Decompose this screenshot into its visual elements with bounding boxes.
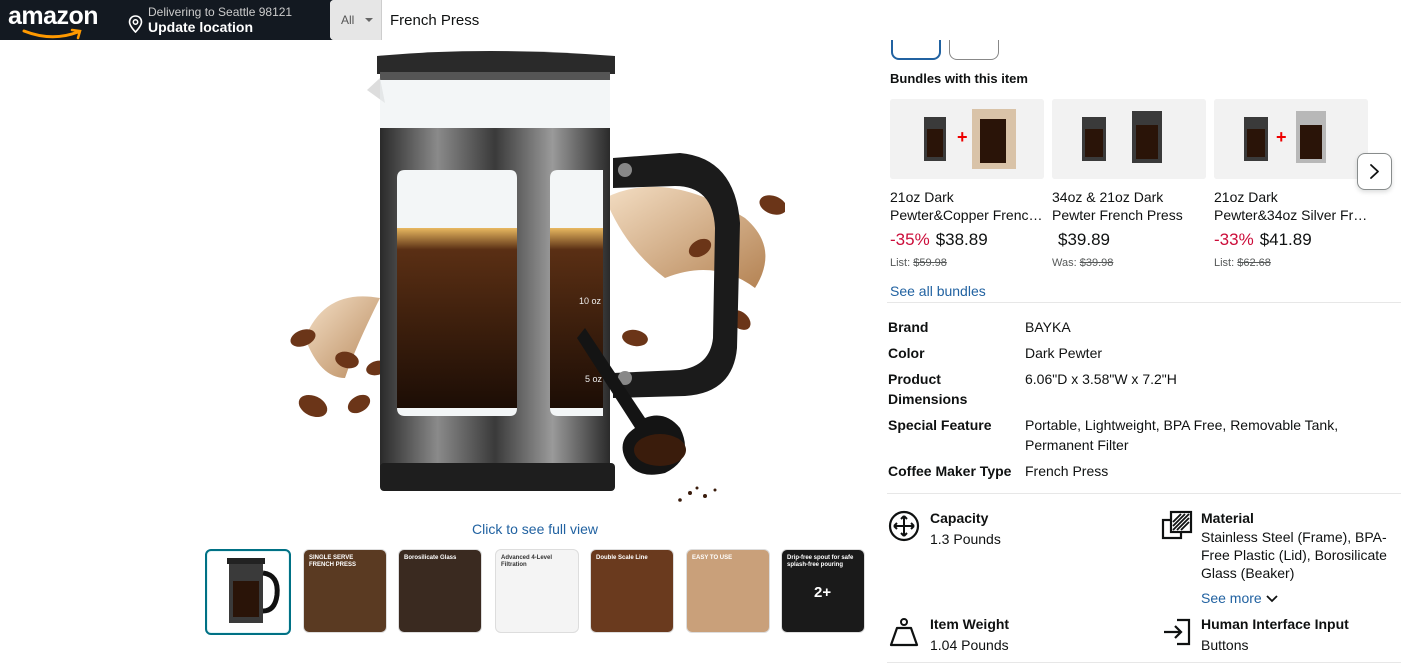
- item-weight-title: Item Weight: [930, 616, 1010, 632]
- interface-input-icon: [1164, 618, 1191, 646]
- see-all-bundles-link[interactable]: See all bundles: [890, 283, 986, 299]
- capacity-value: 1.3 Pounds: [930, 531, 1001, 547]
- logo-smile-icon: [22, 28, 82, 40]
- thumbnail-6[interactable]: EASY TO USE: [686, 549, 770, 633]
- thumbnail-4[interactable]: Advanced 4-Level Filtration: [495, 549, 579, 633]
- swatch-selected[interactable]: [891, 40, 941, 60]
- search-input[interactable]: [390, 0, 1390, 40]
- spec-value-coffee-maker-type: French Press: [1025, 463, 1109, 479]
- divider: [887, 302, 1401, 303]
- item-weight-value: 1.04 Pounds: [930, 637, 1009, 653]
- caret-down-icon: [365, 18, 373, 22]
- divider: [887, 493, 1401, 494]
- measure-label-5oz: 5 oz: [585, 374, 603, 384]
- svg-text:+: +: [1276, 127, 1287, 147]
- discount-badge: -33%: [1214, 230, 1254, 249]
- spec-label-dimensions: Product Dimensions: [888, 371, 968, 407]
- thumbnail-caption: EASY TO USE: [692, 555, 733, 561]
- thumbnail-5[interactable]: Double Scale Line: [590, 549, 674, 633]
- bundle-image: +: [1214, 99, 1368, 179]
- update-location-link: Update location: [148, 19, 254, 35]
- weight-icon: [889, 618, 919, 647]
- bundle-price: -35% $38.89: [890, 230, 988, 249]
- spec-value-brand: BAYKA: [1025, 319, 1071, 335]
- thumbnail-caption: Advanced 4-Level Filtration: [501, 555, 553, 568]
- thumbnail-caption: SINGLE SERVE FRENCH PRESS: [309, 555, 357, 568]
- thumbnail-caption: Double Scale Line: [596, 555, 648, 561]
- svg-text:+: +: [957, 127, 968, 147]
- discount-badge: -35%: [890, 230, 930, 249]
- spec-label-special-feature: Special Feature: [888, 417, 992, 433]
- bundle-image: [1052, 99, 1206, 179]
- chevron-down-icon: [1265, 595, 1278, 603]
- material-value: Stainless Steel (Frame), BPA-Free Plasti…: [1201, 529, 1387, 581]
- spec-label-color: Color: [888, 345, 925, 361]
- see-more-link[interactable]: See more: [1201, 590, 1278, 606]
- more-images-count: 2+: [814, 584, 832, 601]
- full-view-link[interactable]: Click to see full view: [472, 521, 598, 537]
- delivery-location[interactable]: Delivering to Seattle 98121 Update locat…: [128, 4, 318, 36]
- search-category-dropdown[interactable]: All: [330, 0, 382, 40]
- interface-input-value: Buttons: [1201, 637, 1249, 653]
- capacity-icon: [888, 510, 920, 542]
- measure-label-10oz: 10 oz: [579, 296, 602, 306]
- interface-input-title: Human Interface Input: [1201, 616, 1349, 632]
- spec-label-coffee-maker-type: Coffee Maker Type: [888, 463, 1012, 479]
- location-pin-icon: [128, 15, 143, 33]
- bundle-list-price: List: $62.68: [1214, 257, 1271, 269]
- carousel-next-button[interactable]: [1357, 153, 1392, 190]
- spec-label-brand: Brand: [888, 319, 929, 335]
- bundles-title: Bundles with this item: [890, 71, 1028, 86]
- logo-text: amazon: [8, 2, 99, 30]
- bundle-price: -33% $41.89: [1214, 230, 1312, 249]
- see-more-label: See more: [1201, 590, 1262, 606]
- spec-value-color: Dark Pewter: [1025, 345, 1103, 361]
- swatch-option[interactable]: [949, 40, 999, 60]
- thumbnail-3[interactable]: Borosilicate Glass: [398, 549, 482, 633]
- spec-value-dimensions: 6.06"D x 3.58"W x 7.2"H: [1025, 371, 1177, 387]
- search-category-label: All: [341, 13, 355, 27]
- material-icon: [1161, 510, 1193, 540]
- search-bar: All: [330, 0, 1414, 40]
- bundle-list-price: Was: $39.98: [1052, 257, 1114, 269]
- thumbnail-caption: Drip-free spout for safe splash-free pou…: [787, 555, 854, 568]
- amazon-logo[interactable]: amazon: [8, 2, 108, 40]
- thumbnail-more[interactable]: Drip-free spout for safe splash-free pou…: [781, 549, 865, 633]
- capacity-title: Capacity: [930, 510, 989, 526]
- spec-value-special-feature: Portable, Lightweight, BPA Free, Removab…: [1025, 417, 1339, 453]
- divider: [887, 662, 1401, 663]
- material-title: Material: [1201, 510, 1254, 526]
- bundle-price: $39.89: [1058, 230, 1110, 249]
- thumbnail-2[interactable]: SINGLE SERVE FRENCH PRESS: [303, 549, 387, 633]
- bundle-name: 21oz Dark Pewter&Copper French Press: [890, 189, 1046, 223]
- chevron-right-icon: [1370, 164, 1379, 179]
- main-product-image[interactable]: 10 oz 5 oz: [285, 48, 785, 513]
- bundle-name: 21oz Dark Pewter&34oz Silver French Pres…: [1214, 189, 1370, 223]
- thumbnail-french-press-image: [227, 558, 280, 623]
- top-nav-bar: amazon Delivering to Seattle 98121 Updat…: [0, 0, 1414, 40]
- delivery-location-text: Delivering to Seattle 98121: [148, 5, 293, 19]
- bundle-list-price: List: $59.98: [890, 257, 947, 269]
- bundle-name: 34oz & 21oz Dark Pewter French Press: [1052, 189, 1183, 223]
- bundle-image: +: [890, 99, 1044, 179]
- thumbnail-1[interactable]: [205, 549, 291, 635]
- thumbnail-caption: Borosilicate Glass: [404, 555, 457, 561]
